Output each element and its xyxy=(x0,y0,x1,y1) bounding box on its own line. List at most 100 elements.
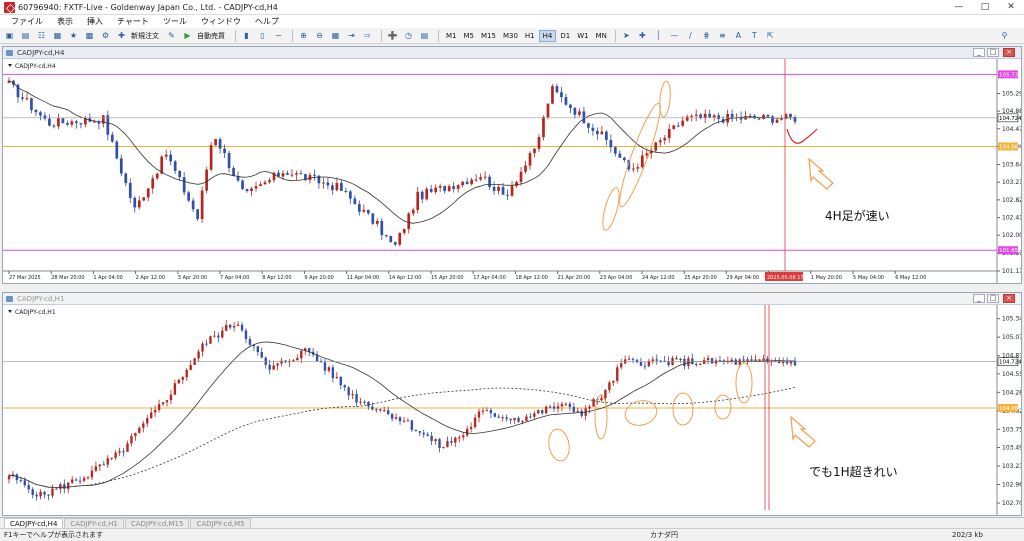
candle-body xyxy=(359,401,362,403)
tester-icon[interactable]: ⚙ xyxy=(99,30,112,42)
candle-body xyxy=(517,417,520,422)
minimize-icon[interactable]: — xyxy=(946,0,972,15)
candle-body xyxy=(631,168,635,170)
chart-window-h4[interactable]: CADJPY-cd,H4 _ □ × CADJPY-cd,H4 105.290 10… xyxy=(2,46,1022,284)
periods-icon[interactable]: ◷ xyxy=(402,30,415,42)
tab-cadjpy-m15[interactable]: CADJPY-cd,M15 xyxy=(124,518,190,528)
candle-body xyxy=(568,403,572,407)
timeframe-h1[interactable]: H1 xyxy=(522,30,538,42)
arrows-icon[interactable]: ⇱ xyxy=(764,30,777,42)
candle-body xyxy=(23,480,26,486)
chart-close-icon[interactable]: × xyxy=(1003,294,1015,303)
templates-icon[interactable]: ▤ xyxy=(418,30,431,42)
menu-file[interactable]: ファイル xyxy=(4,15,50,28)
auto-trading-button[interactable]: 自動売買 xyxy=(197,31,225,41)
chart-shift-icon[interactable]: ⇨ xyxy=(361,30,374,42)
timeframe-h4[interactable]: H4 xyxy=(538,29,557,42)
navigator-icon[interactable]: ★ xyxy=(67,30,80,42)
timeframe-m1[interactable]: M1 xyxy=(443,30,460,42)
candle-body xyxy=(63,484,66,489)
line-chart-icon[interactable]: ∽ xyxy=(272,30,285,42)
timeframe-d1[interactable]: D1 xyxy=(557,30,573,42)
candle-body xyxy=(414,429,418,432)
maximize-icon[interactable]: □ xyxy=(972,0,998,15)
menu-insert[interactable]: 挿入 xyxy=(80,15,110,28)
candle-body xyxy=(627,358,631,360)
profiles-icon[interactable]: ▤ xyxy=(19,30,32,42)
candle-body xyxy=(552,406,556,409)
new-chart-icon[interactable]: ▣ xyxy=(3,30,16,42)
candle-body xyxy=(256,346,260,353)
chart-window-h1[interactable]: CADJPY-cd,H1 _ □ × CADJPY-cd,H1 105.340 10… xyxy=(2,292,1022,516)
window-titlebar: 60796940: FXTF-Live - Goldenway Japan Co… xyxy=(0,0,1024,15)
candle-body xyxy=(153,409,157,413)
tile-windows-icon[interactable]: ▦ xyxy=(329,30,342,42)
chart-canvas-h1[interactable]: CADJPY-cd,H1105.340105.075104.810104.550… xyxy=(3,305,1021,515)
candle-body xyxy=(383,410,386,412)
chart-restore-icon[interactable]: □ xyxy=(987,294,999,303)
auto-trading-icon[interactable]: ▶ xyxy=(181,30,194,42)
market-watch-icon[interactable]: ☷ xyxy=(35,30,48,42)
timeframe-w1[interactable]: W1 xyxy=(574,30,591,42)
chart-canvas-h4[interactable]: CADJPY-cd,H4105.290104.880104.470104.060… xyxy=(3,59,1021,283)
candle-body xyxy=(446,441,449,448)
cursor-icon[interactable]: ➤ xyxy=(620,30,633,42)
trendline-icon[interactable]: ∕ xyxy=(684,30,697,42)
candle-body xyxy=(509,418,512,421)
candle-body xyxy=(493,413,497,417)
chart-minimize-icon[interactable]: _ xyxy=(973,48,985,57)
candle-body xyxy=(410,420,414,430)
chart-restore-icon[interactable]: □ xyxy=(987,48,999,57)
new-order-button[interactable]: 新規注文 xyxy=(131,31,159,41)
menu-window[interactable]: ウィンドウ xyxy=(194,15,248,28)
crosshair-icon[interactable]: ✚ xyxy=(636,30,649,42)
timeframe-m15[interactable]: M15 xyxy=(478,30,499,42)
candle-body xyxy=(672,125,676,129)
fibonacci-icon[interactable]: ≡ xyxy=(716,30,729,42)
timeframe-mn[interactable]: MN xyxy=(593,30,610,42)
candle-body xyxy=(438,439,441,448)
candle-body xyxy=(351,394,354,396)
candle-body xyxy=(675,357,678,360)
horizontal-line-icon[interactable]: — xyxy=(668,30,681,42)
timeframe-m5[interactable]: M5 xyxy=(461,30,478,42)
autoscroll-icon[interactable]: ⇥ xyxy=(345,30,358,42)
candle-body xyxy=(264,357,267,365)
new-order-icon[interactable]: ✚ xyxy=(115,30,128,42)
terminal-icon[interactable]: ▩ xyxy=(83,30,96,42)
channel-icon[interactable]: ⋕ xyxy=(700,30,713,42)
menu-charts[interactable]: チャート xyxy=(110,15,156,28)
candle-body xyxy=(537,137,541,149)
annotation-arrow xyxy=(808,157,834,190)
close-icon[interactable]: ✕ xyxy=(998,0,1024,15)
bar-chart-icon[interactable]: ▮ xyxy=(240,30,253,42)
menu-tools[interactable]: ツール xyxy=(156,15,194,28)
candle-body xyxy=(422,432,425,435)
candle-chart-icon[interactable]: ▯ xyxy=(256,30,269,42)
menu-view[interactable]: 表示 xyxy=(50,15,80,28)
candle-body xyxy=(375,409,378,411)
text-label-icon[interactable]: T xyxy=(748,30,761,42)
chart-close-icon[interactable]: × xyxy=(1003,48,1015,57)
vertical-line-icon[interactable]: │ xyxy=(652,30,665,42)
zoom-in-icon[interactable]: ⊕ xyxy=(297,30,310,42)
candle-body xyxy=(398,417,402,422)
metaeditor-icon[interactable]: ✎ xyxy=(165,30,178,42)
time-tick-label: 29 Apr 04:00 xyxy=(726,275,759,281)
data-window-icon[interactable]: ▦ xyxy=(51,30,64,42)
text-tool-icon[interactable]: A xyxy=(732,30,745,42)
tab-cadjpy-h4[interactable]: CADJPY-cd,H4 xyxy=(4,518,64,528)
chart-minimize-icon[interactable]: _ xyxy=(973,294,985,303)
search-icon[interactable]: ⚲ xyxy=(998,30,1011,42)
candle-body xyxy=(479,177,482,180)
timeframe-m30[interactable]: M30 xyxy=(500,30,521,42)
menu-help[interactable]: ヘルプ xyxy=(248,15,286,28)
tab-cadjpy-m5[interactable]: CADJPY-cd,M5 xyxy=(190,518,251,528)
indicators-icon[interactable]: ➕ xyxy=(386,30,399,42)
candle-body xyxy=(519,171,523,183)
candle-body xyxy=(191,200,195,210)
tab-cadjpy-h1[interactable]: CADJPY-cd,H1 xyxy=(64,518,124,528)
time-tick-label: 8 Apr 12:00 xyxy=(262,275,291,281)
zoom-out-icon[interactable]: ⊖ xyxy=(313,30,326,42)
candle-body xyxy=(102,464,105,466)
